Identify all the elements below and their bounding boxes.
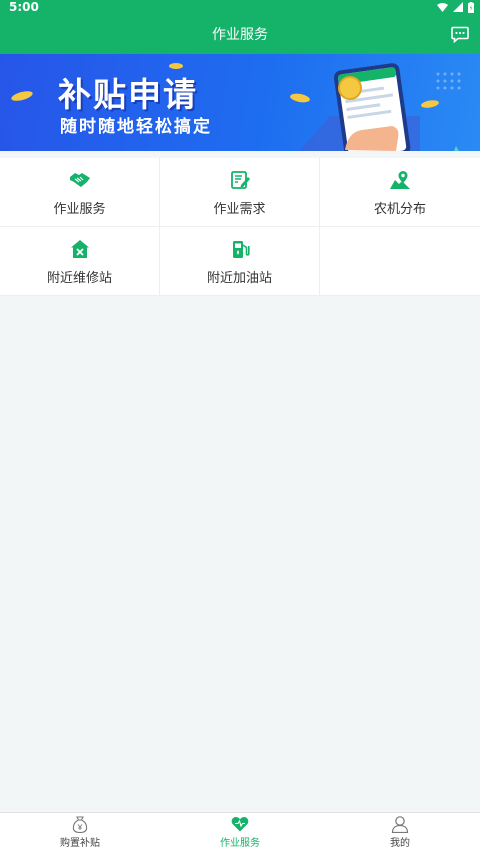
tab-label: 我的 xyxy=(390,838,410,849)
message-icon xyxy=(451,26,469,43)
battery-icon xyxy=(468,1,474,13)
service-empty-cell xyxy=(320,227,480,296)
service-grid: 作业服务 作业需求 农机分布 附近维修站 附近加油站 xyxy=(0,158,480,296)
service-label: 作业需求 xyxy=(213,201,266,217)
banner-title: 补贴申请 xyxy=(58,75,198,114)
subsidy-banner[interactable]: 补贴申请 随时随地轻松搞定 xyxy=(0,54,480,151)
tab-purchase-subsidy[interactable]: 购置补贴 xyxy=(0,813,160,850)
tab-mine[interactable]: 我的 xyxy=(320,813,480,850)
banner-subtitle: 随时随地轻松搞定 xyxy=(60,117,212,137)
service-nearby-repair[interactable]: 附近维修站 xyxy=(0,227,160,296)
service-label: 农机分布 xyxy=(373,201,426,217)
service-label: 附近加油站 xyxy=(206,270,272,286)
bottom-tab-bar: 购置补贴 作业服务 我的 xyxy=(0,812,480,850)
service-label: 附近维修站 xyxy=(46,270,112,286)
status-bar: 5:00 xyxy=(0,0,480,14)
service-nearby-gas[interactable]: 附近加油站 xyxy=(160,227,320,296)
page-title: 作业服务 xyxy=(212,27,268,43)
fuel-pump-icon xyxy=(228,237,252,261)
tab-label: 作业服务 xyxy=(220,838,260,849)
status-time: 5:00 xyxy=(9,0,39,14)
service-machine-distribution[interactable]: 农机分布 xyxy=(320,158,480,227)
message-button[interactable] xyxy=(450,24,470,44)
tab-work-service[interactable]: 作业服务 xyxy=(160,813,320,850)
service-work-demand[interactable]: 作业需求 xyxy=(160,158,320,227)
app-bar: 作业服务 xyxy=(0,14,480,54)
service-label: 作业服务 xyxy=(53,201,106,217)
wifi-icon xyxy=(437,2,448,12)
repair-house-icon xyxy=(68,237,92,261)
service-work-service[interactable]: 作业服务 xyxy=(0,158,160,227)
status-icons xyxy=(437,1,474,13)
map-pin-icon xyxy=(388,168,412,192)
signal-icon xyxy=(453,2,463,12)
user-icon xyxy=(391,815,409,833)
tab-label: 购置补贴 xyxy=(60,838,100,849)
handshake-icon xyxy=(68,168,92,192)
heart-icon xyxy=(231,815,249,833)
edit-note-icon xyxy=(228,168,252,192)
money-bag-icon xyxy=(71,815,89,833)
